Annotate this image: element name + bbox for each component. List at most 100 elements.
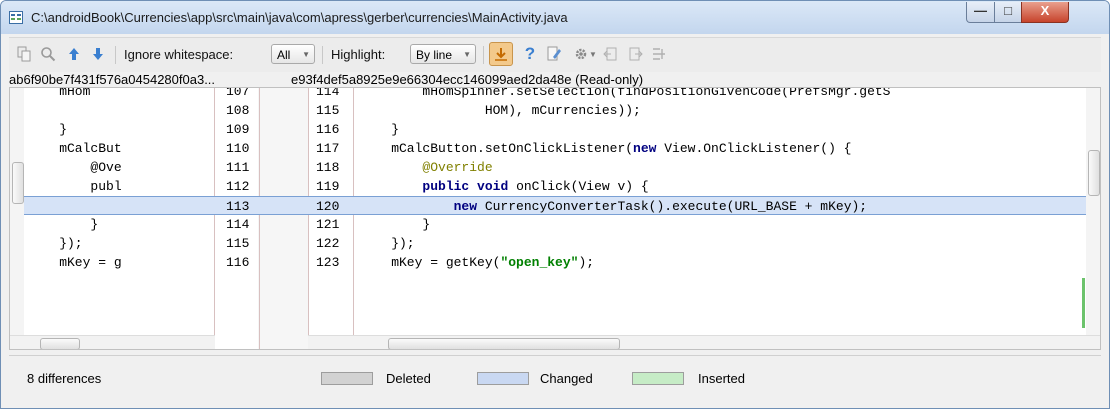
edit-icon [547, 46, 561, 61]
right-line-number: 116 [316, 122, 340, 137]
highlight-value: By line [416, 48, 453, 62]
apply-left-icon [603, 47, 617, 61]
right-code-text: mKey = getKey("open_key"); [360, 255, 595, 270]
left-code-text: } [28, 217, 99, 232]
left-scroll-thumb[interactable] [12, 162, 24, 204]
diff-line-row[interactable]: }); 115 122 }); [10, 234, 1100, 253]
left-code-text: mKey = g [28, 255, 122, 270]
next-difference-button[interactable] [89, 44, 107, 64]
left-code-text: @Ove [28, 160, 122, 175]
merge-button[interactable] [650, 44, 668, 64]
right-scroll-thumb[interactable] [1088, 150, 1100, 196]
right-hscroll-thumb[interactable] [388, 338, 620, 349]
edit-source-button[interactable] [545, 44, 563, 64]
changed-legend-label: Changed [540, 371, 593, 386]
left-line-number: 109 [226, 122, 250, 137]
right-code-text: HOM), mCurrencies)); [360, 103, 641, 118]
settings-dropdown-button[interactable]: ▼ [572, 44, 598, 64]
search-icon [41, 47, 56, 62]
right-line-number: 122 [316, 236, 340, 251]
window-title: C:\androidBook\Currencies\app\src\main\j… [31, 10, 568, 25]
right-line-number: 121 [316, 217, 340, 232]
ignore-whitespace-label: Ignore whitespace: [124, 47, 234, 62]
apply-left-button[interactable] [602, 44, 620, 64]
differences-count: 8 differences [27, 371, 102, 386]
left-code-text: mHom [28, 87, 91, 99]
left-code-text: } [28, 122, 68, 137]
sync-scroll-icon [495, 48, 507, 61]
right-vertical-scrollbar[interactable] [1086, 88, 1100, 335]
right-code-text: } [360, 122, 400, 137]
diff-line-row[interactable]: } 109 116 } [10, 120, 1100, 139]
find-button[interactable] [39, 44, 57, 64]
maximize-icon: □ [1004, 3, 1012, 18]
dropdown-arrow-icon: ▼ [302, 50, 310, 59]
diff-line-row[interactable]: } 114 121 } [10, 215, 1100, 234]
ignore-whitespace-select[interactable]: All ▼ [271, 44, 315, 64]
left-line-number: 112 [226, 179, 250, 194]
previous-difference-button[interactable] [65, 44, 83, 64]
inserted-legend-swatch [632, 372, 684, 385]
right-line-number: 117 [316, 141, 340, 156]
right-line-number: 114 [316, 87, 340, 99]
diff-editor[interactable]: mHom 107 114 mHomSpinner.setSelection(find… [9, 87, 1101, 350]
copy-icon [17, 46, 31, 62]
left-horizontal-scrollbar[interactable] [10, 335, 215, 349]
revision-headers: ab6f90be7f431f576a0454280f0a3... e93f4de… [9, 72, 1101, 87]
title-bar[interactable]: C:\androidBook\Currencies\app\src\main\j… [1, 1, 1109, 34]
diff-line-row[interactable]: 113 120 new CurrencyConverterTask().execu… [10, 196, 1100, 215]
inserted-change-marker [1082, 278, 1085, 328]
left-line-number: 110 [226, 141, 250, 156]
highlight-select[interactable]: By line ▼ [410, 44, 476, 64]
arrow-down-icon [93, 48, 103, 60]
left-line-number: 113 [226, 199, 250, 214]
close-icon: X [1040, 3, 1050, 18]
changed-legend-swatch [477, 372, 529, 385]
diff-line-row[interactable]: 108 115 HOM), mCurrencies)); [10, 101, 1100, 120]
help-button[interactable]: ? [521, 44, 539, 64]
left-line-number: 115 [226, 236, 250, 251]
close-button[interactable]: X [1021, 2, 1069, 23]
merge-icon [653, 48, 665, 60]
right-code-text: public void onClick(View v) { [422, 179, 649, 194]
ignore-whitespace-value: All [277, 48, 291, 62]
status-bar: 8 differences Deleted Changed Inserted [9, 355, 1101, 400]
minimize-button[interactable]: — [966, 2, 995, 23]
diff-window: C:\androidBook\Currencies\app\src\main\j… [0, 0, 1110, 409]
left-code-text: mCalcBut [28, 141, 122, 156]
deleted-legend-swatch [321, 372, 373, 385]
left-line-number: 107 [226, 87, 250, 99]
diff-line-row[interactable]: @Ove 111 118 @Override [10, 158, 1100, 177]
dropdown-arrow-icon: ▼ [463, 50, 471, 59]
right-code-text: mCalcButton.setOnClickListener(new View.… [360, 141, 852, 156]
left-vertical-scrollbar[interactable] [10, 88, 24, 335]
toolbar-separator [483, 46, 484, 64]
toolbar-separator [322, 46, 323, 64]
diff-line-row[interactable]: mHom 107 114 mHomSpinner.setSelection(find… [10, 87, 1100, 101]
left-hscroll-thumb[interactable] [40, 338, 80, 349]
right-code-text: }); [360, 236, 415, 251]
left-code-text: publ [28, 179, 122, 194]
right-code-text: } [360, 217, 431, 232]
diff-line-row[interactable]: mCalcBut 110 117 mCalcButton.setOnClickLis… [10, 139, 1100, 158]
left-revision-label: ab6f90be7f431f576a0454280f0a3... [9, 72, 216, 87]
left-line-number: 116 [226, 255, 250, 270]
apply-right-button[interactable] [626, 44, 644, 64]
inserted-legend-label: Inserted [698, 371, 745, 386]
synchronize-scrolling-toggle[interactable] [489, 42, 513, 66]
copy-path-button[interactable] [15, 44, 33, 64]
right-code-text: @Override [422, 160, 493, 175]
right-line-number: 118 [316, 160, 340, 175]
deleted-legend-label: Deleted [386, 371, 431, 386]
right-revision-label: e93f4def5a8925e9e66304ecc146099aed2da48e… [291, 72, 644, 87]
diff-line-row[interactable]: mKey = g 116 123 mKey = getKey("open_key")… [10, 253, 1100, 272]
arrow-up-icon [69, 48, 79, 60]
gear-icon [575, 48, 587, 60]
right-line-number: 123 [316, 255, 340, 270]
diff-line-row[interactable]: publ 112 119 public void onClick(View v) { [10, 177, 1100, 196]
right-line-number: 115 [316, 103, 340, 118]
chevron-down-icon: ▼ [589, 49, 597, 59]
highlight-label: Highlight: [331, 47, 386, 62]
right-horizontal-scrollbar[interactable] [308, 335, 1100, 349]
maximize-button[interactable]: □ [994, 2, 1022, 23]
